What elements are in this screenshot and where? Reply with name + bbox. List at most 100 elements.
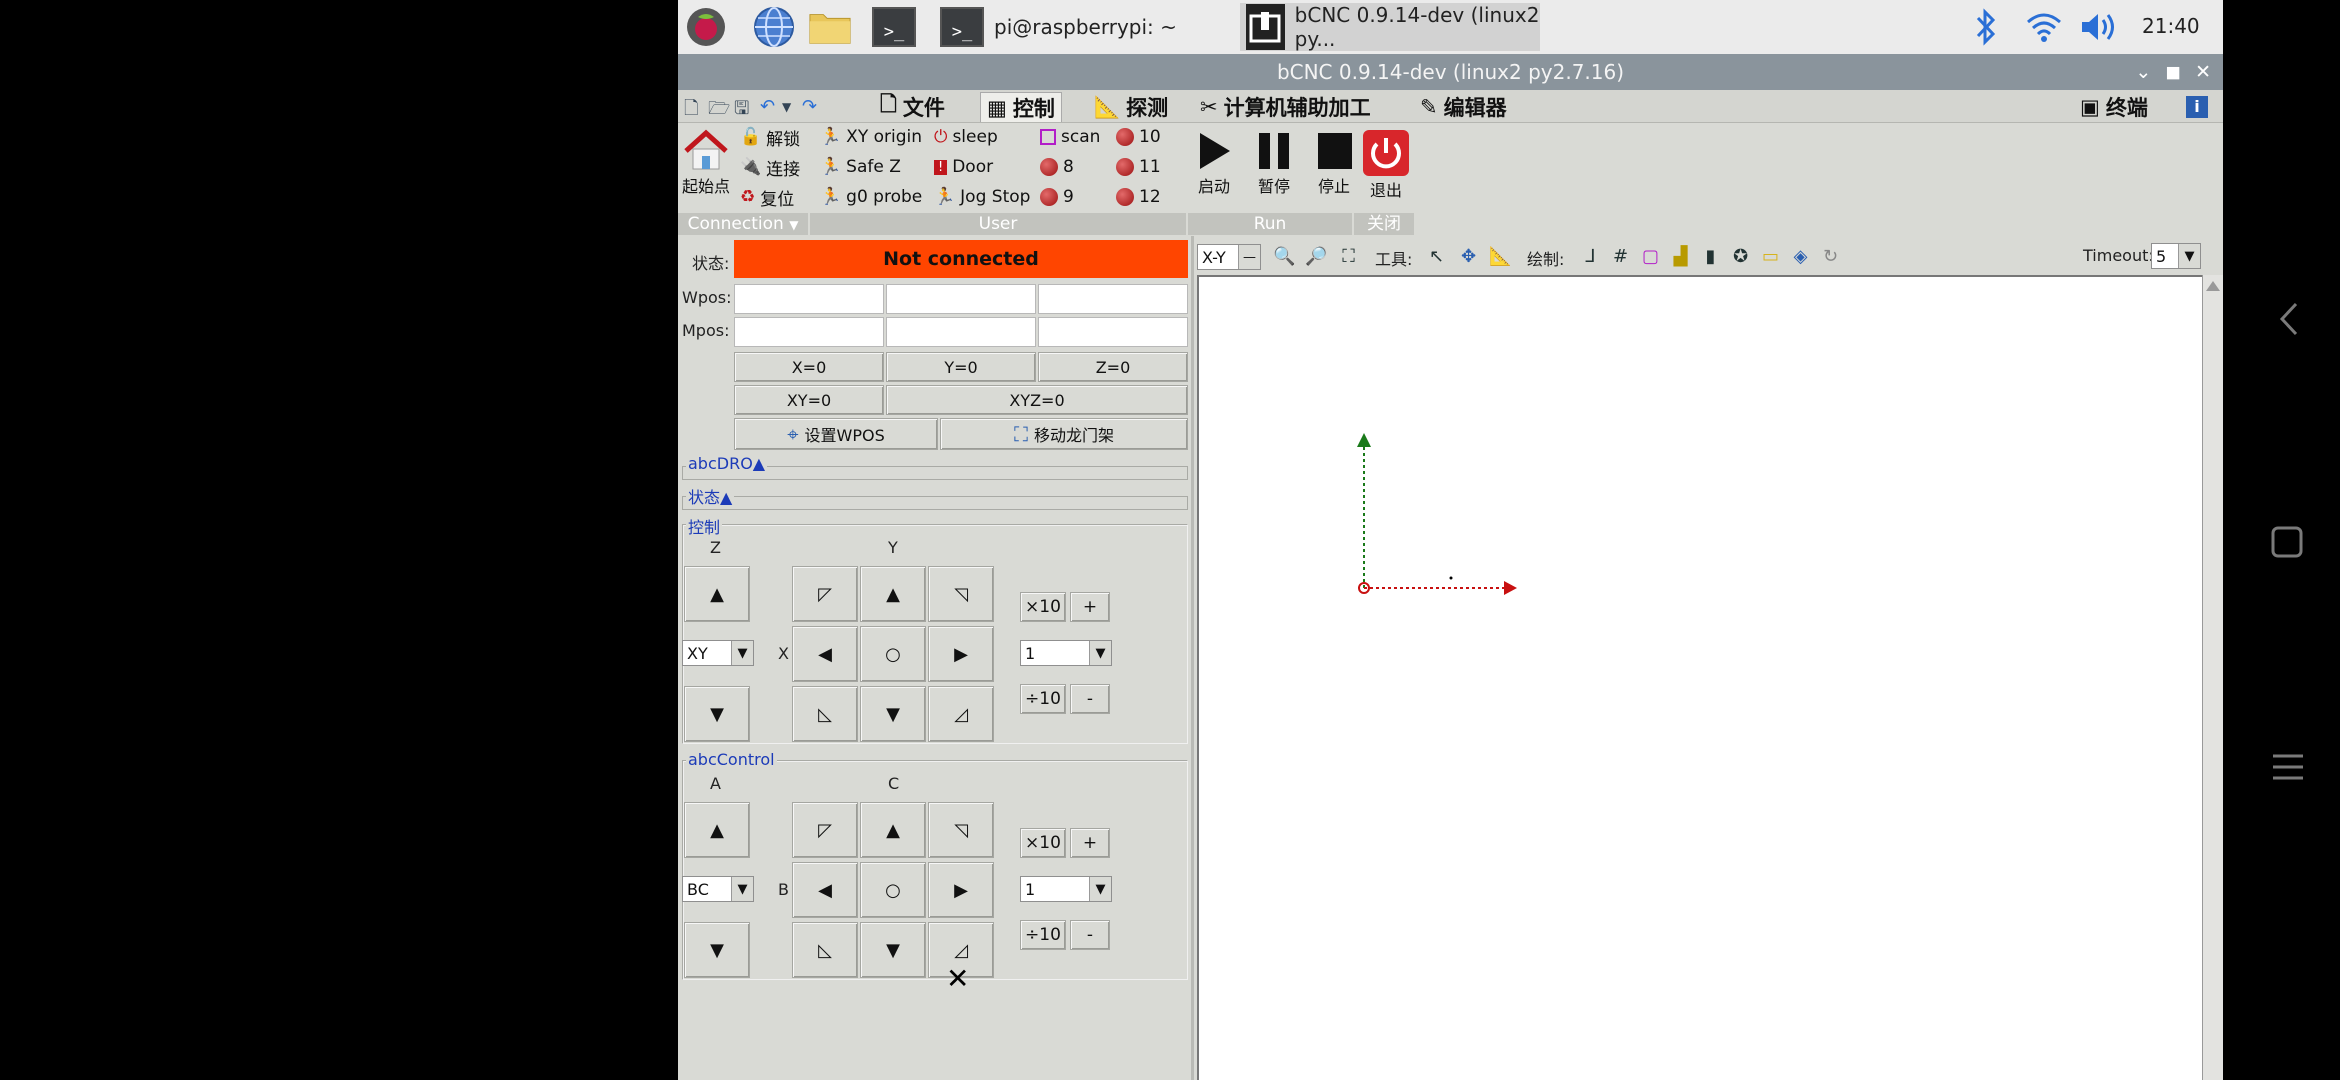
wpos-y-field[interactable]: [886, 284, 1036, 314]
step-size-combo[interactable]: 1 ▼: [1020, 640, 1112, 666]
refresh-icon[interactable]: ↻: [1817, 243, 1844, 270]
scroll-up-arrow-icon[interactable]: [2206, 281, 2220, 291]
jog-abc-origin-button[interactable]: ○: [860, 862, 926, 918]
user-button-door[interactable]: ! Door: [934, 153, 993, 181]
probe-toggle-icon[interactable]: ▟: [1667, 243, 1694, 270]
jog-x-minus-button[interactable]: ◀: [792, 626, 858, 682]
user-button-8[interactable]: 8: [1040, 153, 1074, 181]
connect-button[interactable]: 🔌 连接: [740, 153, 800, 181]
jog-origin-button[interactable]: ○: [860, 626, 926, 682]
stop-button[interactable]: 停止: [1306, 129, 1362, 197]
jog-c-minus-button[interactable]: ▼: [860, 922, 926, 978]
tab-control[interactable]: ▦ 控制: [980, 92, 1062, 122]
state-section-toggle[interactable]: 状态▲: [686, 484, 735, 508]
undo-icon[interactable]: ↶: [760, 96, 775, 117]
tab-editor[interactable]: ✎ 编辑器: [1414, 92, 1513, 122]
jog-z-down-button[interactable]: ▼: [684, 686, 750, 742]
start-button[interactable]: 启动: [1186, 129, 1242, 197]
paths-toggle-icon[interactable]: ✪: [1727, 243, 1754, 270]
wifi-icon[interactable]: [2024, 8, 2064, 48]
bluetooth-icon[interactable]: [1974, 8, 1998, 50]
zero-z-button[interactable]: Z=0: [1038, 352, 1188, 382]
user-button-g0-probe[interactable]: 🏃 g0 probe: [820, 183, 922, 211]
wpos-x-field[interactable]: [734, 284, 884, 314]
user-button-12[interactable]: 12: [1116, 183, 1161, 211]
plane-select[interactable]: XY ▼: [682, 640, 754, 666]
jog-z-up-button[interactable]: ▲: [684, 566, 750, 622]
dro-section-toggle[interactable]: abcDRO▲: [686, 454, 768, 473]
move-gantry-button[interactable]: ⛶ 移动龙门架: [940, 418, 1188, 450]
jog-y-minus-button[interactable]: ▼: [860, 686, 926, 742]
abc-step-size-combo[interactable]: 1 ▼: [1020, 876, 1112, 902]
pause-button[interactable]: 暂停: [1246, 129, 1302, 197]
rapid-toggle-icon[interactable]: ▭: [1757, 243, 1784, 270]
home-nav-icon[interactable]: [2270, 525, 2304, 563]
taskbar-window-bcnc[interactable]: bCNC 0.9.14-dev (linux2 py...: [1240, 3, 1540, 51]
ruler-icon[interactable]: 📐: [1487, 243, 1514, 270]
jog-x-plus-y-minus-button[interactable]: ◿: [928, 686, 994, 742]
jog-a-down-button[interactable]: ▼: [684, 922, 750, 978]
zero-x-button[interactable]: X=0: [734, 352, 884, 382]
info-icon[interactable]: i: [2186, 96, 2208, 118]
terminal-launcher-icon[interactable]: >_: [872, 6, 916, 48]
set-wpos-button[interactable]: ⌖ 设置WPOS: [734, 418, 938, 450]
margins-toggle-icon[interactable]: ▢: [1637, 243, 1664, 270]
user-button-10[interactable]: 10: [1116, 123, 1161, 151]
jog-x-plus-y-plus-button[interactable]: ◹: [928, 566, 994, 622]
file-manager-folder-icon[interactable]: [808, 6, 852, 48]
volume-icon[interactable]: [2078, 10, 2118, 48]
fit-to-screen-icon[interactable]: ⛶: [1335, 243, 1362, 270]
tab-cam[interactable]: ✂ 计算机辅助加工: [1194, 92, 1377, 122]
zero-xy-button[interactable]: XY=0: [734, 385, 884, 415]
raspberry-menu-icon[interactable]: [684, 6, 728, 48]
user-button-safe-z[interactable]: 🏃 Safe Z: [820, 153, 901, 181]
user-button-9[interactable]: 9: [1040, 183, 1074, 211]
abc-step-minus-button[interactable]: -: [1070, 920, 1110, 950]
zero-y-button[interactable]: Y=0: [886, 352, 1036, 382]
view-select[interactable]: X-Y —: [1197, 244, 1261, 270]
close-window-icon[interactable]: ✕: [2195, 54, 2211, 90]
abc-step-times-10-button[interactable]: ×10: [1020, 828, 1066, 858]
workarea-toggle-icon[interactable]: ▮: [1697, 243, 1724, 270]
camera-toggle-icon[interactable]: ◈: [1787, 243, 1814, 270]
pan-move-icon[interactable]: ✥: [1455, 243, 1482, 270]
jog-b-minus-c-plus-button[interactable]: ◸: [792, 802, 858, 858]
abc-step-plus-button[interactable]: +: [1070, 828, 1110, 858]
canvas-vertical-scrollbar[interactable]: [2202, 275, 2223, 1080]
zoom-out-icon[interactable]: 🔎: [1303, 243, 1330, 270]
zero-xyz-button[interactable]: XYZ=0: [886, 385, 1188, 415]
wpos-z-field[interactable]: [1038, 284, 1188, 314]
axes-toggle-icon[interactable]: ⅃: [1577, 243, 1604, 270]
zoom-in-icon[interactable]: 🔍: [1271, 243, 1298, 270]
user-button-jog-stop[interactable]: 🏃 Jog Stop: [934, 183, 1030, 211]
step-minus-button[interactable]: -: [1070, 684, 1110, 714]
abc-step-div-10-button[interactable]: ÷10: [1020, 920, 1066, 950]
group-connection[interactable]: Connection ▼: [678, 213, 808, 235]
exit-button[interactable]: 退出: [1358, 129, 1414, 201]
abc-plane-select[interactable]: BC ▼: [682, 876, 754, 902]
tab-probe[interactable]: 📐 探测: [1088, 92, 1174, 122]
new-file-icon[interactable]: 🗋: [684, 96, 698, 126]
jog-a-up-button[interactable]: ▲: [684, 802, 750, 858]
back-nav-icon[interactable]: [2274, 300, 2302, 342]
user-button-xy-origin[interactable]: 🏃 XY origin: [820, 123, 922, 151]
jog-b-plus-c-plus-button[interactable]: ◹: [928, 802, 994, 858]
unlock-button[interactable]: 🔓 解锁: [740, 123, 800, 151]
undo-history-chevron-down-icon[interactable]: ▼: [782, 100, 791, 114]
taskbar-window-terminal[interactable]: >_ pi@raspberrypi: ~: [934, 3, 1234, 51]
gcode-canvas[interactable]: [1197, 275, 2202, 1080]
reset-button[interactable]: ♻ 复位: [740, 183, 794, 211]
jog-b-minus-button[interactable]: ◀: [792, 862, 858, 918]
step-plus-button[interactable]: +: [1070, 592, 1110, 622]
user-button-11[interactable]: 11: [1116, 153, 1161, 181]
jog-x-minus-y-plus-button[interactable]: ◸: [792, 566, 858, 622]
minimize-icon[interactable]: ⌄: [2135, 54, 2151, 90]
step-div-10-button[interactable]: ÷10: [1020, 684, 1066, 714]
home-button[interactable]: 起始点: [682, 129, 730, 197]
step-times-10-button[interactable]: ×10: [1020, 592, 1066, 622]
user-button-sleep[interactable]: ⏻ sleep: [934, 123, 998, 151]
jog-x-minus-y-minus-button[interactable]: ◺: [792, 686, 858, 742]
jog-x-plus-button[interactable]: ▶: [928, 626, 994, 682]
browser-globe-icon[interactable]: [752, 6, 796, 48]
window-titlebar[interactable]: bCNC 0.9.14-dev (linux2 py2.7.16) ⌄ ◼ ✕: [678, 54, 2223, 90]
